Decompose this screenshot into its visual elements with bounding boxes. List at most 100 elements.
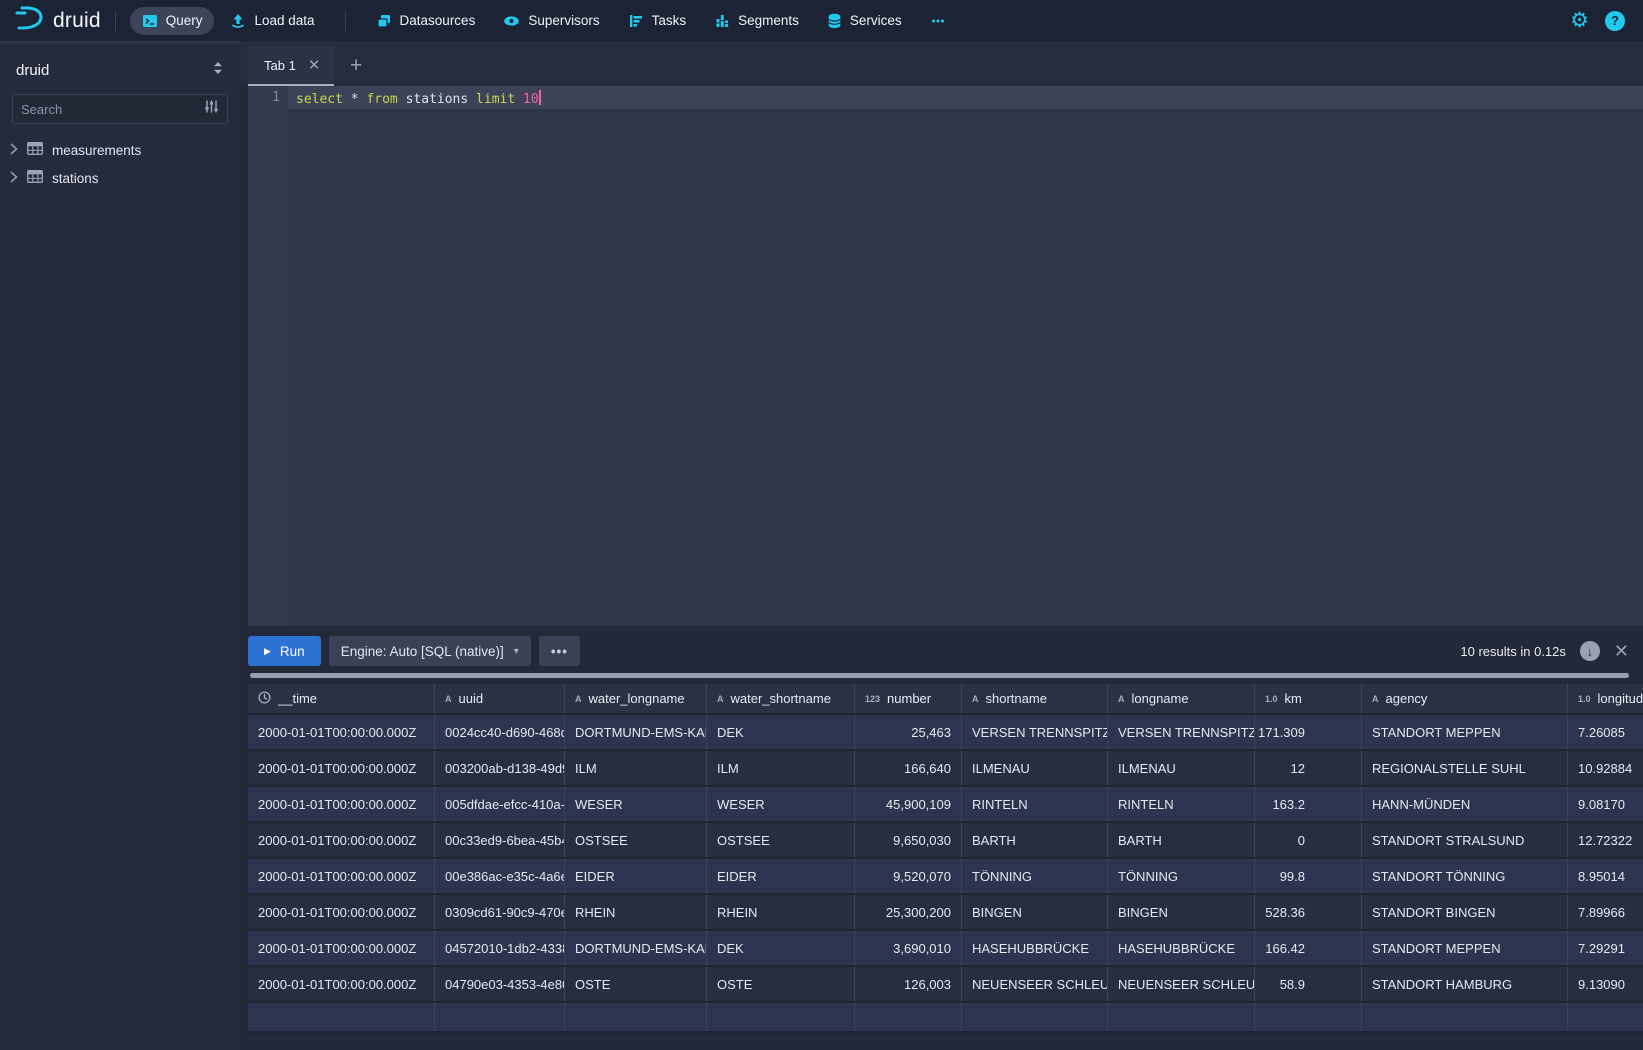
cell-longname[interactable]: ILMENAU [1108, 751, 1255, 785]
cell-longitude[interactable]: 12.72322 [1568, 823, 1643, 857]
cell-longitude[interactable]: 7.89966 [1568, 895, 1643, 929]
engine-select[interactable]: Engine: Auto [SQL (native)] ▾ [329, 636, 531, 666]
cell-shortname[interactable]: TÖNNING [962, 859, 1108, 893]
column-header-uuid[interactable]: Auuid [435, 684, 565, 713]
nav-more-button[interactable] [918, 7, 958, 35]
cell-shortname[interactable]: BINGEN [962, 895, 1108, 929]
column-header-__time[interactable]: __time [248, 684, 435, 713]
column-header-agency[interactable]: Aagency [1362, 684, 1568, 713]
cell-km[interactable]: 58.9 [1255, 967, 1362, 1001]
cell-uuid[interactable]: 005dfdae-efcc-410a-bf1 [435, 787, 565, 821]
nav-item-tasks[interactable]: Tasks [616, 7, 699, 35]
cell-longitude[interactable]: 8.95014 [1568, 859, 1643, 893]
column-header-longname[interactable]: Alongname [1108, 684, 1255, 713]
sliders-icon[interactable] [204, 99, 219, 119]
close-icon[interactable]: ✕ [308, 56, 321, 74]
cell-agency[interactable]: STANDORT HAMBURG [1362, 967, 1568, 1001]
tree-item-stations[interactable]: stations [0, 164, 240, 192]
cell-__time[interactable]: 2000-01-01T00:00:00.000Z [248, 787, 435, 821]
nav-item-datasources[interactable]: Datasources [364, 7, 488, 35]
cell-km[interactable]: 163.2 [1255, 787, 1362, 821]
tab-1[interactable]: Tab 1 ✕ [248, 46, 334, 86]
nav-item-supervisors[interactable]: Supervisors [491, 7, 611, 35]
cell-longname[interactable]: NEUENSEER SCHLEUSEN [1108, 967, 1255, 1001]
cell-__time[interactable]: 2000-01-01T00:00:00.000Z [248, 931, 435, 965]
cell-shortname[interactable]: ILMENAU [962, 751, 1108, 785]
sql-query-text[interactable]: select * from stations limit 10 [296, 90, 541, 107]
cell-__time[interactable]: 2000-01-01T00:00:00.000Z [248, 751, 435, 785]
cell-km[interactable]: 528.36 [1255, 895, 1362, 929]
gear-icon[interactable]: ⚙ [1570, 10, 1589, 31]
cell-longname[interactable]: VERSEN TRENNSPITZE [1108, 715, 1255, 749]
cell-uuid[interactable]: 0309cd61-90c9-470e-99 [435, 895, 565, 929]
cell-__time[interactable]: 2000-01-01T00:00:00.000Z [248, 967, 435, 1001]
cell-km[interactable]: 0 [1255, 823, 1362, 857]
schema-selector[interactable]: druid [0, 43, 240, 94]
cell-water_shortname[interactable]: ILM [707, 751, 855, 785]
cell-longname[interactable]: BARTH [1108, 823, 1255, 857]
cell-agency[interactable]: STANDORT MEPPEN [1362, 715, 1568, 749]
nav-item-load-data[interactable]: Load data [218, 7, 326, 35]
cell-water_shortname[interactable]: EIDER [707, 859, 855, 893]
column-header-water_shortname[interactable]: Awater_shortname [707, 684, 855, 713]
cell-number[interactable]: 3,690,010 [855, 931, 962, 965]
cell-longitude[interactable]: 9.13090 [1568, 967, 1643, 1001]
cell-water_shortname[interactable]: OSTSEE [707, 823, 855, 857]
cell-agency[interactable]: STANDORT TÖNNING [1362, 859, 1568, 893]
cell-uuid[interactable]: 04572010-1db2-4338-85 [435, 931, 565, 965]
cell-uuid[interactable]: 0024cc40-d690-468d-84 [435, 715, 565, 749]
run-button[interactable]: ▶ Run [248, 636, 321, 666]
cell-longname[interactable]: BINGEN [1108, 895, 1255, 929]
cell-agency[interactable]: STANDORT STRALSUND [1362, 823, 1568, 857]
tree-item-measurements[interactable]: measurements [0, 136, 240, 164]
cell-__time[interactable]: 2000-01-01T00:00:00.000Z [248, 823, 435, 857]
cell-water_longname[interactable]: DORTMUND-EMS-KANA [565, 931, 707, 965]
cell-shortname[interactable]: BARTH [962, 823, 1108, 857]
column-header-km[interactable]: 1.0km [1255, 684, 1362, 713]
nav-item-segments[interactable]: Segments [702, 7, 811, 35]
cell-shortname[interactable]: NEUENSEER SCHLEUSEN [962, 967, 1108, 1001]
column-header-number[interactable]: 123number [855, 684, 962, 713]
cell-uuid[interactable]: 003200ab-d138-49d9-aa [435, 751, 565, 785]
cell-shortname[interactable]: HASEHUBBRÜCKE [962, 931, 1108, 965]
add-tab-button[interactable]: + [334, 54, 378, 86]
cell-longitude[interactable]: 7.26085 [1568, 715, 1643, 749]
cell-water_longname[interactable]: EIDER [565, 859, 707, 893]
cell-water_longname[interactable]: WESER [565, 787, 707, 821]
cell-shortname[interactable]: VERSEN TRENNSPITZE [962, 715, 1108, 749]
cell-number[interactable]: 9,520,070 [855, 859, 962, 893]
cell-longname[interactable]: HASEHUBBRÜCKE [1108, 931, 1255, 965]
cell-uuid[interactable]: 00c33ed9-6bea-45b4-87 [435, 823, 565, 857]
cell-longitude[interactable]: 10.92884 [1568, 751, 1643, 785]
horizontal-scrollbar[interactable] [250, 673, 1629, 678]
column-header-longitude[interactable]: 1.0longitude [1568, 684, 1643, 713]
cell-__time[interactable]: 2000-01-01T00:00:00.000Z [248, 895, 435, 929]
cell-water_longname[interactable]: DORTMUND-EMS-KANA [565, 715, 707, 749]
cell-agency[interactable]: HANN-MÜNDEN [1362, 787, 1568, 821]
cell-number[interactable]: 25,300,200 [855, 895, 962, 929]
cell-water_shortname[interactable]: OSTE [707, 967, 855, 1001]
column-header-shortname[interactable]: Ashortname [962, 684, 1108, 713]
cell-water_longname[interactable]: OSTSEE [565, 823, 707, 857]
cell-agency[interactable]: REGIONALSTELLE SUHL [1362, 751, 1568, 785]
query-more-button[interactable]: ••• [539, 636, 580, 666]
cell-longitude[interactable]: 9.08170 [1568, 787, 1643, 821]
column-header-water_longname[interactable]: Awater_longname [565, 684, 707, 713]
cell-water_longname[interactable]: RHEIN [565, 895, 707, 929]
nav-item-services[interactable]: Services [815, 7, 914, 35]
cell-water_shortname[interactable]: WESER [707, 787, 855, 821]
help-icon[interactable]: ? [1605, 11, 1625, 31]
cell-__time[interactable]: 2000-01-01T00:00:00.000Z [248, 859, 435, 893]
sql-editor[interactable]: 1 select * from stations limit 10 [248, 86, 1643, 626]
cell-longname[interactable]: RINTELN [1108, 787, 1255, 821]
cell-agency[interactable]: STANDORT MEPPEN [1362, 931, 1568, 965]
search-input[interactable] [21, 102, 204, 117]
cell-number[interactable]: 166,640 [855, 751, 962, 785]
cell-uuid[interactable]: 04790e03-4353-4e80-be [435, 967, 565, 1001]
cell-uuid[interactable]: 00e386ac-e35c-4a6e-80 [435, 859, 565, 893]
cell-number[interactable]: 25,463 [855, 715, 962, 749]
cell-number[interactable]: 9,650,030 [855, 823, 962, 857]
cell-longname[interactable]: TÖNNING [1108, 859, 1255, 893]
cell-km[interactable]: 99.8 [1255, 859, 1362, 893]
druid-logo[interactable]: druid [14, 4, 101, 37]
